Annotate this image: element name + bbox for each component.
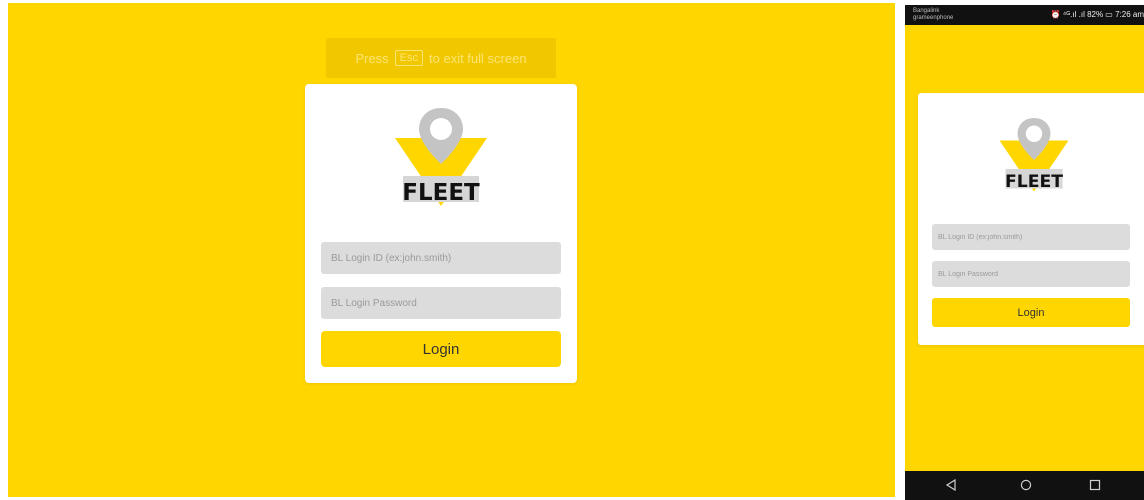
desktop-browser-view: Press Esc to exit full screen FLEET Logi…	[8, 3, 895, 497]
carrier-name-1: Bangalink	[913, 8, 940, 14]
mobile-login-button[interactable]: Login	[932, 298, 1130, 327]
recent-apps-icon[interactable]	[1089, 479, 1101, 491]
status-bar: Bangalink grameenphone ⏰ ⁴ᴳ.ıl .ıl 82% ▭…	[905, 5, 1144, 25]
login-button[interactable]: Login	[321, 331, 561, 367]
login-card: FLEET Login	[305, 84, 577, 383]
esc-hint-suffix: to exit full screen	[429, 50, 527, 66]
password-input[interactable]	[321, 287, 561, 319]
carrier-name-2: grameenphone	[913, 15, 954, 21]
esc-hint-prefix: Press	[355, 50, 389, 66]
mobile-phone-view: Bangalink grameenphone ⏰ ⁴ᴳ.ıl .ıl 82% ▭…	[905, 5, 1144, 500]
fullscreen-exit-hint: Press Esc to exit full screen	[326, 38, 556, 78]
fleet-logo-icon: FLEET	[999, 118, 1069, 192]
mobile-password-input[interactable]	[932, 261, 1130, 287]
fleet-logo-icon: FLEET	[395, 108, 487, 206]
login-id-input[interactable]	[321, 242, 561, 274]
logo-wordmark: FLEET	[402, 180, 480, 206]
mobile-login-card: FLEET Login	[918, 93, 1144, 345]
android-nav-bar	[905, 471, 1144, 500]
logo-wordmark: FLEET	[1005, 172, 1063, 192]
status-indicators: ⏰ ⁴ᴳ.ıl .ıl 82% ▭ 7:26 am	[1050, 10, 1144, 19]
esc-key-label: Esc	[394, 50, 424, 66]
mobile-login-id-input[interactable]	[932, 224, 1130, 250]
back-icon[interactable]	[945, 479, 957, 491]
carrier-info: Bangalink grameenphone	[913, 8, 953, 22]
home-icon[interactable]	[1020, 479, 1032, 491]
